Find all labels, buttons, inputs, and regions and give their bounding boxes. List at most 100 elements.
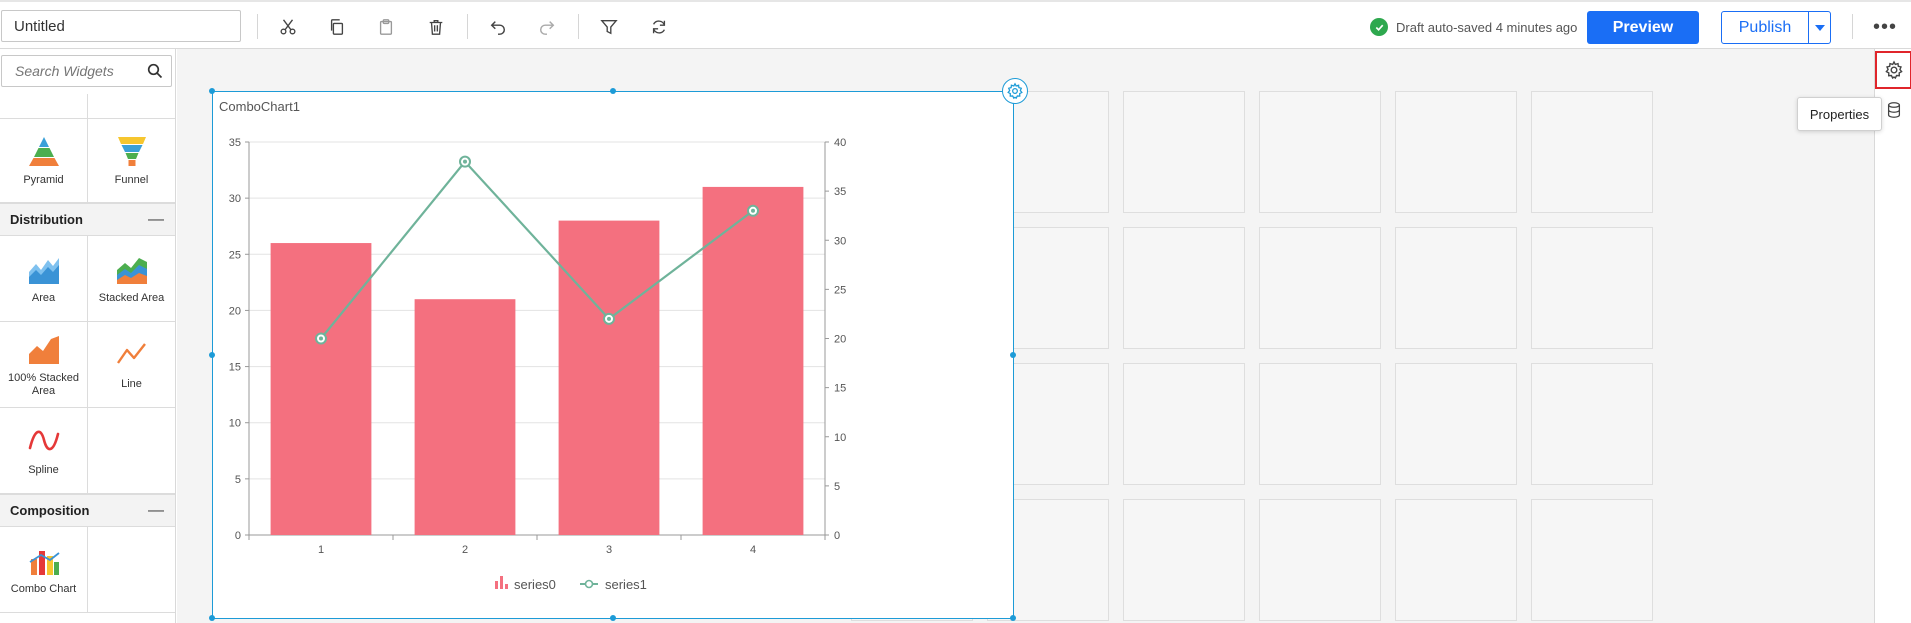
resize-handle-bottom-right[interactable] [1010,615,1016,621]
y-tick-label-left: 5 [235,474,241,486]
toolbar-divider [578,14,579,39]
collapse-icon[interactable]: — [148,502,164,520]
x-tick-label: 1 [318,544,324,556]
caret-down-icon [1814,24,1825,31]
stacked-area-chart-icon [116,258,147,284]
resize-handle-right[interactable] [1010,352,1016,358]
widget-pyramid[interactable]: Pyramid [0,119,88,203]
group-header-composition[interactable]: Composition — [0,494,175,527]
resize-handle-bottom-left[interactable] [209,615,215,621]
line-chart-icon [116,343,146,364]
pyramid-chart-icon [28,137,59,166]
legend-swatch-series0 [505,584,508,589]
widget-stacked-area[interactable]: Stacked Area [88,236,175,322]
widget-empty-slot [88,408,175,494]
preview-button[interactable]: Preview [1587,11,1699,44]
area-chart-icon [28,258,59,284]
group-header-distribution[interactable]: Distribution — [0,203,175,236]
line-point-core [751,208,755,213]
widget-settings-button[interactable] [1002,78,1028,104]
canvas-grid-cell [1531,227,1653,349]
canvas-grid-cell [1395,499,1517,621]
bar-series0 [270,243,372,536]
line-point-core [463,159,467,164]
stacked-area-100-icon [28,335,59,364]
toolbar-divider [1852,14,1853,39]
canvas-grid-cell [1123,91,1245,213]
search-widgets-input[interactable] [2,56,142,86]
canvas-grid-cell [1395,91,1517,213]
cut-icon[interactable] [275,14,301,40]
y-tick-label-left: 25 [229,249,241,261]
widget-cell-partial[interactable] [0,94,88,119]
filter-icon[interactable] [596,14,622,40]
more-options-icon[interactable]: ••• [1871,16,1899,38]
canvas-grid-cell [1531,499,1653,621]
save-status: Draft auto-saved 4 minutes ago [1370,16,1577,38]
widget-line[interactable]: Line [88,322,175,408]
y-tick-label-right: 5 [834,481,840,493]
canvas-grid-cell [1259,363,1381,485]
paste-icon[interactable] [373,14,399,40]
line-point-core [607,316,611,321]
canvas-grid-cell [1395,227,1517,349]
resize-handle-top[interactable] [610,88,616,94]
legend-swatch-series0 [495,581,498,589]
undo-icon[interactable] [485,14,511,40]
y-tick-label-right: 15 [834,383,846,395]
search-widgets-box[interactable] [1,55,172,87]
widget-area[interactable]: Area [0,236,88,322]
line-series1 [320,159,754,340]
redo-icon[interactable] [534,14,560,40]
canvas-grid-cell [1531,363,1653,485]
toolbar-divider [257,14,258,39]
widget-combo-chart[interactable]: Combo Chart [0,527,88,613]
resize-handle-top-left[interactable] [209,88,215,94]
legend-label-series0: series0 [514,577,556,592]
widget-cell-partial[interactable] [88,94,175,119]
legend-label-series1: series1 [605,577,647,592]
resize-handle-bottom[interactable] [610,615,616,621]
canvas-grid-cell [1259,91,1381,213]
legend-swatch-series0 [500,576,503,589]
y-tick-label-left: 15 [229,362,241,374]
publish-dropdown-button[interactable] [1808,11,1831,44]
canvas-grid-cell [1259,499,1381,621]
x-tick-label: 2 [462,544,468,556]
widget-spline[interactable]: Spline [0,408,88,494]
y-tick-label-left: 0 [235,530,241,542]
copy-icon[interactable] [324,14,350,40]
bar-series0 [414,299,516,535]
publish-button[interactable]: Publish [1721,11,1809,44]
widget-funnel[interactable]: Funnel [88,119,175,203]
dashboard-title-input[interactable] [1,10,241,42]
bar-series0 [702,186,804,535]
combo-chart-widget[interactable]: ComboChart1 0 5 10 15 20 25 30 35 0 5 10 15 20 25 30 35… [212,91,1014,619]
refresh-icon[interactable] [646,14,672,40]
line-point-core [319,336,323,341]
checkmark-icon [1370,18,1388,36]
y-tick-label-left: 30 [229,193,241,205]
combo-chart-icon [29,551,60,575]
y-tick-label-left: 20 [229,305,241,317]
y-tick-label-right: 35 [834,186,846,198]
spline-chart-icon [28,430,59,451]
search-icon[interactable] [147,63,163,79]
properties-tooltip: Properties [1797,97,1882,131]
gear-icon [1007,82,1023,100]
canvas-grid-cell [1123,227,1245,349]
collapse-icon[interactable]: — [148,211,164,229]
x-tick-label: 4 [750,544,756,556]
properties-button[interactable] [1875,51,1911,89]
y-tick-label-left: 35 [229,137,241,149]
top-toolbar: Draft auto-saved 4 minutes ago Preview P… [0,0,1911,49]
delete-icon[interactable] [423,14,449,40]
canvas-grid-cell [1123,363,1245,485]
resize-handle-left[interactable] [209,352,215,358]
save-status-text: Draft auto-saved 4 minutes ago [1396,19,1578,35]
widget-100-stacked-area[interactable]: 100% Stacked Area [0,322,88,408]
toolbar-divider [467,14,468,39]
y-tick-label-right: 0 [834,530,840,542]
bar-series0 [558,220,660,535]
widget-empty-slot [88,527,175,613]
